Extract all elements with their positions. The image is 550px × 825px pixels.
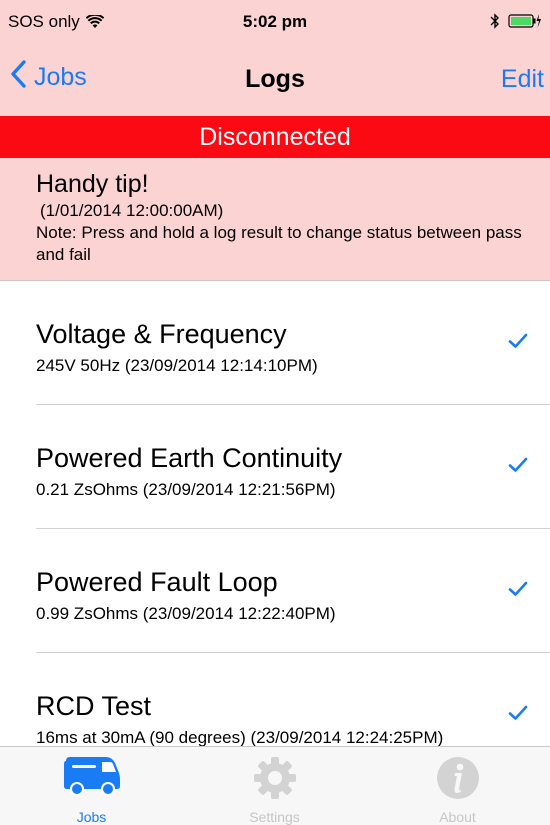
navigation-bar: Jobs Logs Edit bbox=[0, 52, 550, 106]
log-detail: 16ms at 30mA (90 degrees) (23/09/2014 12… bbox=[36, 728, 444, 746]
tip-note: Note: Press and hold a log result to cha… bbox=[36, 223, 522, 264]
status-bar: SOS only 5:02 pm bbox=[0, 0, 550, 42]
log-detail: 0.21 ZsOhms (23/09/2014 12:21:56PM) bbox=[36, 480, 336, 499]
battery-charging-icon bbox=[508, 13, 542, 29]
log-title: Powered Earth Continuity bbox=[36, 443, 343, 473]
checkmark-icon bbox=[508, 333, 528, 354]
log-row[interactable]: Voltage & Frequency 245V 50Hz (23/09/201… bbox=[0, 281, 550, 405]
log-title: RCD Test bbox=[36, 691, 152, 721]
handy-tip-cell: Handy tip! (1/01/2014 12:00:00AM) Note: … bbox=[0, 158, 550, 281]
log-detail: 245V 50Hz (23/09/2014 12:14:10PM) bbox=[36, 356, 318, 375]
info-icon bbox=[435, 755, 481, 806]
log-list[interactable]: Voltage & Frequency 245V 50Hz (23/09/201… bbox=[0, 281, 550, 746]
log-row[interactable]: Powered Earth Continuity 0.21 ZsOhms (23… bbox=[0, 405, 550, 529]
checkmark-icon bbox=[508, 581, 528, 602]
tab-jobs[interactable]: Jobs bbox=[0, 747, 183, 825]
tab-label: Settings bbox=[249, 809, 300, 825]
disconnected-banner: Disconnected bbox=[0, 116, 550, 158]
edit-button[interactable]: Edit bbox=[501, 65, 544, 94]
checkmark-icon bbox=[508, 457, 528, 478]
log-detail: 0.99 ZsOhms (23/09/2014 12:22:40PM) bbox=[36, 604, 336, 623]
gear-icon bbox=[252, 755, 298, 806]
tab-bar: Jobs Settings About bbox=[0, 746, 550, 825]
status-right bbox=[490, 12, 542, 30]
checkmark-icon bbox=[508, 705, 528, 726]
page-title: Logs bbox=[245, 65, 305, 93]
tab-about[interactable]: About bbox=[366, 747, 549, 825]
log-row[interactable]: Powered Fault Loop 0.99 ZsOhms (23/09/20… bbox=[0, 529, 550, 653]
log-title: Voltage & Frequency bbox=[36, 319, 287, 349]
tip-date: (1/01/2014 12:00:00AM) bbox=[40, 201, 224, 220]
van-icon bbox=[62, 755, 122, 802]
tab-label: Jobs bbox=[76, 809, 107, 825]
log-row[interactable]: RCD Test 16ms at 30mA (90 degrees) (23/0… bbox=[0, 653, 550, 746]
log-title: Powered Fault Loop bbox=[36, 567, 278, 597]
tab-label: About bbox=[439, 809, 476, 825]
tab-settings[interactable]: Settings bbox=[183, 747, 366, 825]
tip-title: Handy tip! bbox=[36, 170, 149, 198]
status-time: 5:02 pm bbox=[242, 12, 308, 31]
bluetooth-icon bbox=[490, 12, 500, 30]
header-area: SOS only 5:02 pm Jobs Logs Edit bbox=[0, 0, 550, 116]
